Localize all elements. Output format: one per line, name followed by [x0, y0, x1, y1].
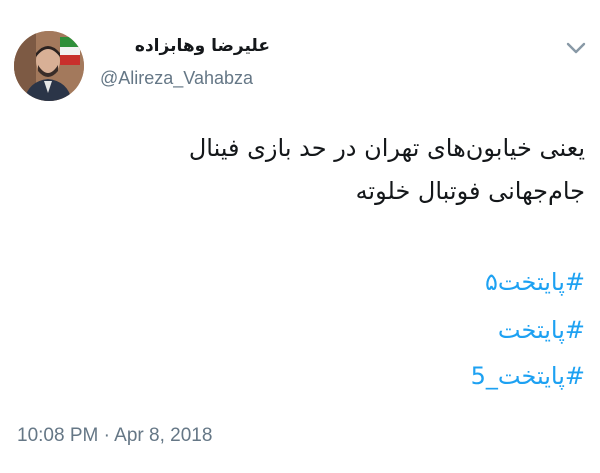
- hashtag-link[interactable]: #پایتخت۵: [300, 262, 585, 302]
- hashtag-link[interactable]: #پایتخت_5: [300, 356, 585, 396]
- tweet-timestamp[interactable]: 10:08 PM · Apr 8, 2018: [17, 424, 212, 448]
- tweet-text-line: یعنی خیابون‌های تهران در حد بازی فینال: [188, 134, 585, 162]
- avatar[interactable]: [14, 31, 84, 101]
- author-name[interactable]: علیرضا وهابزاده: [100, 34, 270, 58]
- tweet-text-line: جام‌جهانی فوتبال خلوته: [355, 177, 585, 205]
- tweet-text: یعنی خیابون‌های تهران در حد بازی فینال ج…: [40, 127, 585, 213]
- tweet-card: علیرضا وهابزاده @Alireza_Vahabza یعنی خی…: [0, 0, 600, 473]
- avatar-photo: [14, 31, 84, 101]
- author-handle[interactable]: @Alireza_Vahabza: [100, 66, 253, 90]
- hashtag-link[interactable]: #پایتخت: [300, 310, 585, 350]
- chevron-down-icon[interactable]: [565, 40, 587, 56]
